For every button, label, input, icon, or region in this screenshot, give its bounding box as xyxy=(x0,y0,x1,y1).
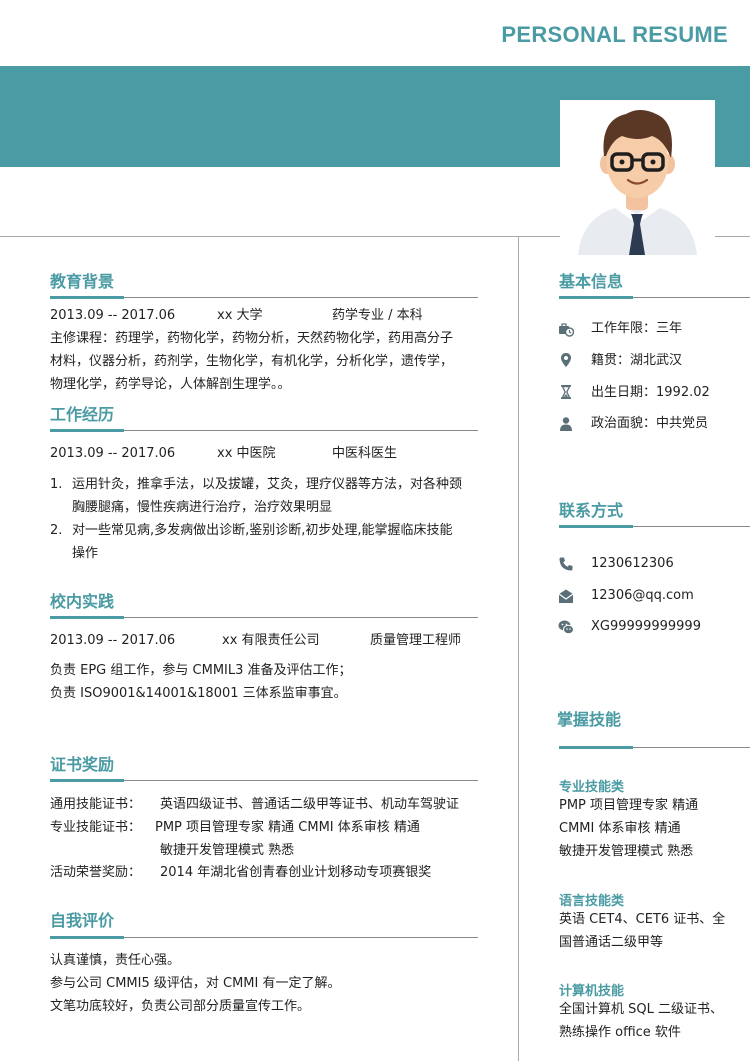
skill-line: 国普通话二级甲等 xyxy=(559,935,664,950)
location-pin-icon xyxy=(561,353,571,367)
self-line: 文笔功底较好，负责公司部分质量宣传工作。 xyxy=(50,999,311,1014)
section-rule-skills xyxy=(559,746,750,749)
education-school: xx 大学 xyxy=(217,308,263,323)
basic-info-birthdate: 出生日期：1992.02 xyxy=(591,385,710,400)
work-item-line: 胸腰腿痛，慢性疾病进行治疗，治疗效果明显 xyxy=(72,500,333,515)
basic-info-work-years: 工作年限：三年 xyxy=(591,321,683,336)
work-item-line: 操作 xyxy=(72,546,99,561)
section-rule-basic xyxy=(559,296,750,299)
section-rule-contact xyxy=(559,525,750,528)
person-icon xyxy=(560,417,572,431)
section-title-campus: 校内实践 xyxy=(50,592,115,611)
resume-banner-title: PERSONAL RESUME xyxy=(501,22,728,47)
basic-info-political: 政治面貌：中共党员 xyxy=(591,416,709,431)
skill-line: 熟练操作 office 软件 xyxy=(559,1025,681,1040)
self-line: 认真谨慎，责任心强。 xyxy=(50,953,181,968)
wechat-icon xyxy=(558,620,574,635)
section-title-work: 工作经历 xyxy=(50,405,115,424)
section-title-self: 自我评价 xyxy=(50,911,115,930)
education-courses-line: 物理化学，药学导论，人体解剖生理学。。 xyxy=(50,377,291,392)
section-title-certs: 证书奖励 xyxy=(50,755,115,774)
phone-icon xyxy=(559,557,573,571)
section-rule-education xyxy=(50,296,478,299)
work-role: 中医科医生 xyxy=(332,446,398,461)
work-org: xx 中医院 xyxy=(217,446,276,461)
contact-phone: 1230612306 xyxy=(591,556,674,571)
avatar xyxy=(560,100,715,255)
education-courses-line: 主修课程：药理学，药物化学，药物分析，天然药物化学，药用高分子 xyxy=(50,331,454,346)
cert-label: 活动荣誉奖励： xyxy=(50,865,142,880)
cert-value: 2014 年湖北省创青春创业计划移动专项赛银奖 xyxy=(160,865,432,880)
work-item-line: 运用针灸，推拿手法，以及拔罐，艾灸，理疗仪器等方法，对各种颈 xyxy=(72,477,463,492)
section-rule-certs xyxy=(50,779,478,782)
section-rule-campus xyxy=(50,616,478,619)
campus-line: 负责 EPG 组工作，参与 CMMIL3 准备及评估工作； xyxy=(50,663,352,678)
work-period: 2013.09 -- 2017.06 xyxy=(50,446,176,461)
campus-role: 质量管理工程师 xyxy=(370,633,462,648)
campus-line: 负责 ISO9001&14001&18001 三体系监审事宜。 xyxy=(50,686,347,701)
cert-label: 通用技能证书： xyxy=(50,797,142,812)
cert-label: 专业技能证书： xyxy=(50,820,142,835)
education-major: 药学专业 / 本科 xyxy=(332,308,423,323)
section-title-education: 教育背景 xyxy=(50,272,115,291)
education-courses-line: 材料，仪器分析，药剂学，生物化学，有机化学，分析化学，遗传学， xyxy=(50,354,454,369)
section-title-contact: 联系方式 xyxy=(559,501,624,520)
section-rule-work xyxy=(50,429,478,432)
education-period: 2013.09 -- 2017.06 xyxy=(50,308,176,323)
contact-email: 12306@qq.com xyxy=(591,588,694,603)
work-item-line: 对一些常见病,多发病做出诊断,鉴别诊断,初步处理,能掌握临床技能 xyxy=(72,523,453,538)
avatar-illustration xyxy=(578,110,697,255)
work-item-number: 2. xyxy=(50,523,63,538)
cert-value: 英语四级证书、普通话二级甲等证书、机动车驾驶证 xyxy=(160,797,460,812)
skill-line: CMMI 体系审核 精通 xyxy=(559,821,681,836)
campus-period: 2013.09 -- 2017.06 xyxy=(50,633,176,648)
contact-wechat: XG99999999999 xyxy=(591,619,701,634)
skill-line: PMP 项目管理专家 精通 xyxy=(559,798,699,813)
email-icon xyxy=(558,589,574,603)
column-divider xyxy=(518,237,519,1061)
skills-group-title: 语言技能类 xyxy=(559,894,625,909)
campus-org: xx 有限责任公司 xyxy=(222,633,320,648)
section-title-skills: 掌握技能 xyxy=(557,710,622,729)
skill-line: 敏捷开发管理模式 熟悉 xyxy=(559,844,694,859)
section-title-basic: 基本信息 xyxy=(559,272,624,291)
basic-info-hometown: 籍贯：湖北武汉 xyxy=(591,353,683,368)
skill-line: 英语 CET4、CET6 证书、全 xyxy=(559,912,726,927)
self-line: 参与公司 CMMI5 级评估，对 CMMI 有一定了解。 xyxy=(50,976,341,991)
briefcase-clock-icon xyxy=(559,323,574,337)
cert-value: PMP 项目管理专家 精通 CMMI 体系审核 精通 xyxy=(155,820,420,835)
skill-line: 全国计算机 SQL 二级证书、 xyxy=(559,1002,723,1017)
skills-group-title: 计算机技能 xyxy=(559,984,625,999)
hourglass-icon xyxy=(561,385,571,399)
section-rule-self xyxy=(50,936,478,939)
work-item-number: 1. xyxy=(50,477,63,492)
skills-group-title: 专业技能类 xyxy=(559,780,625,795)
cert-value: 敏捷开发管理模式 熟悉 xyxy=(160,843,295,858)
